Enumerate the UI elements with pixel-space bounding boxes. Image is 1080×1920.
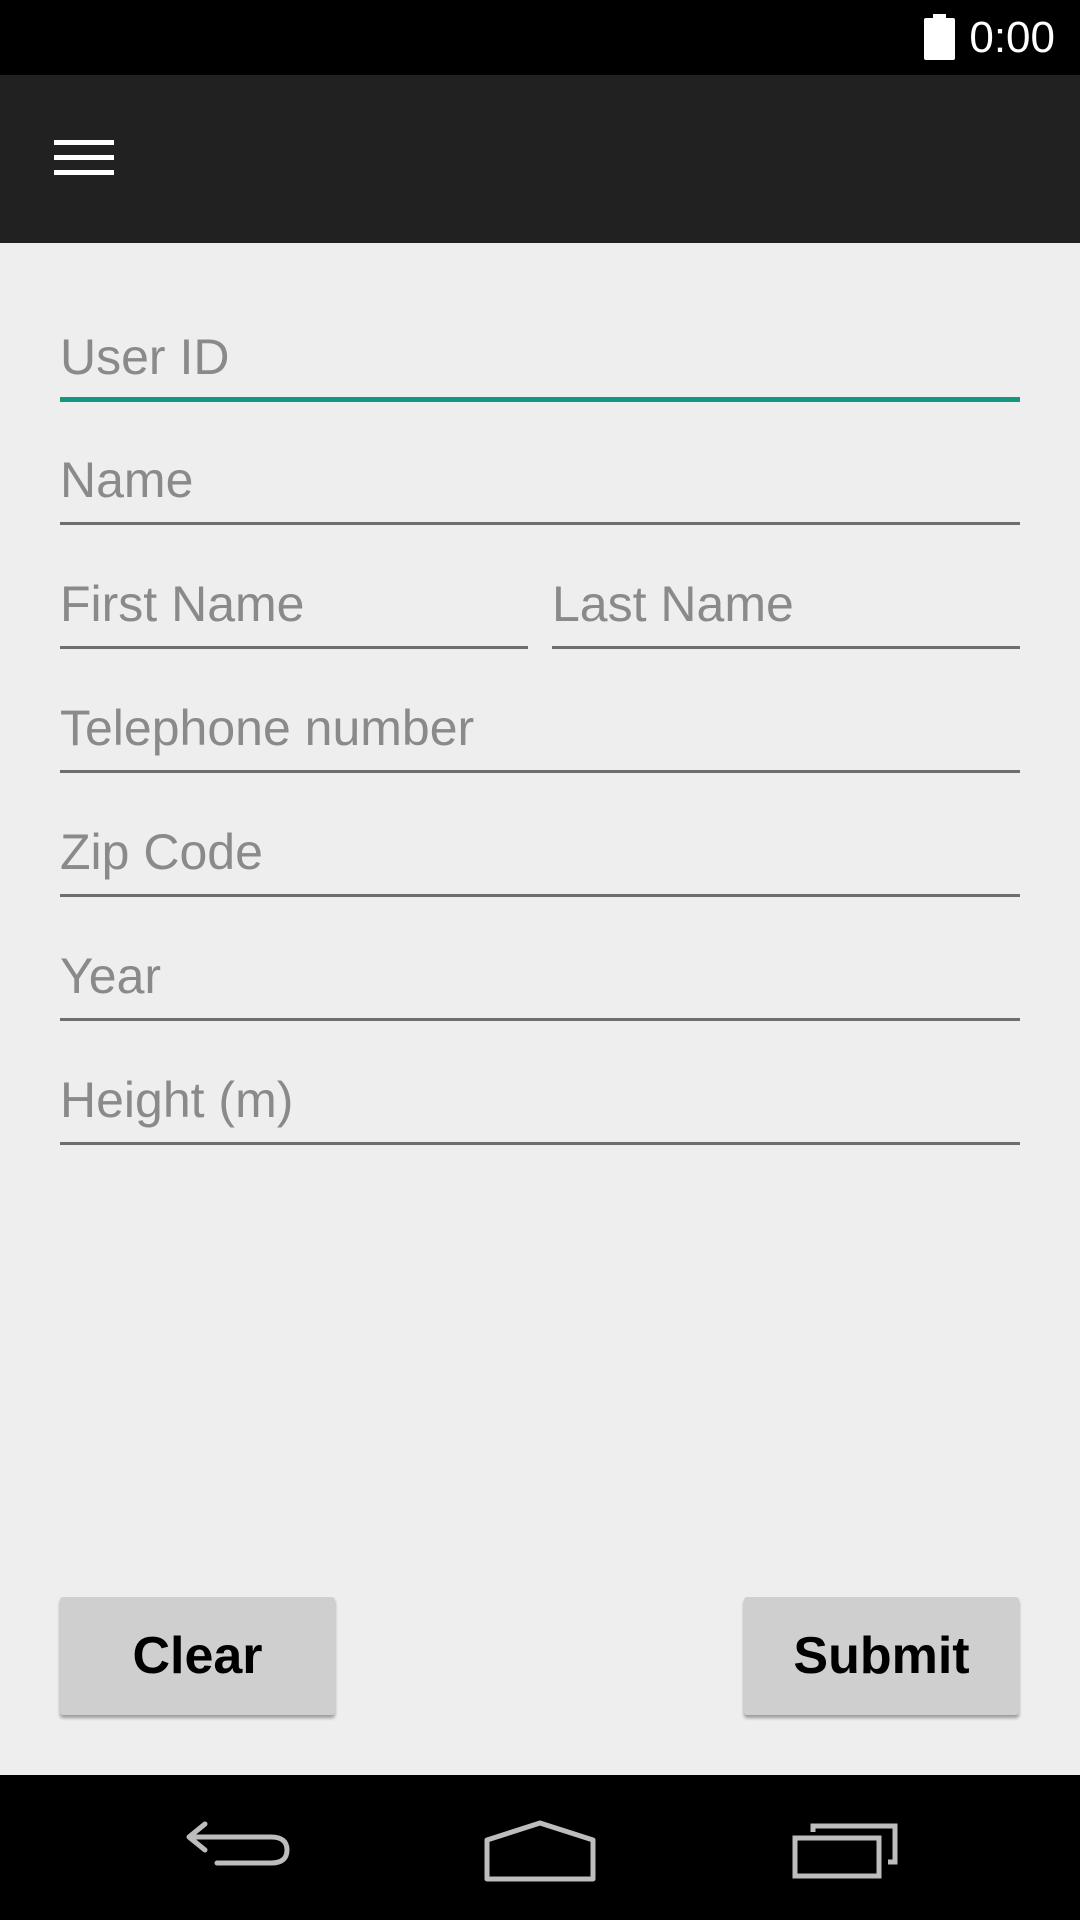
first-name-field [60,549,528,649]
clear-button[interactable]: Clear [60,1597,335,1715]
year-input[interactable] [60,943,1020,1009]
home-icon[interactable] [475,1800,605,1895]
status-time: 0:00 [969,13,1055,62]
user-id-field [60,302,1020,402]
zip-code-field [60,797,1020,897]
height-input[interactable] [60,1067,1020,1133]
hamburger-menu-icon[interactable] [38,122,128,192]
telephone-input[interactable] [60,695,1020,761]
telephone-field [60,673,1020,773]
first-name-input[interactable] [60,571,528,637]
toolbar [0,75,1080,243]
status-bar: 0:00 [0,0,1080,75]
name-field [60,425,1020,525]
back-icon[interactable] [175,1800,305,1895]
zip-code-input[interactable] [60,819,1020,885]
submit-button[interactable]: Submit [744,1597,1019,1715]
year-field [60,921,1020,1021]
app-screen: 0:00 Clear Submit [0,0,1080,1920]
last-name-field [552,549,1020,649]
battery-full-icon [924,14,955,60]
height-field [60,1045,1020,1145]
last-name-input[interactable] [552,571,1020,637]
recent-apps-icon[interactable] [780,1800,910,1895]
user-id-input[interactable] [60,324,1020,390]
name-input[interactable] [60,447,1020,513]
